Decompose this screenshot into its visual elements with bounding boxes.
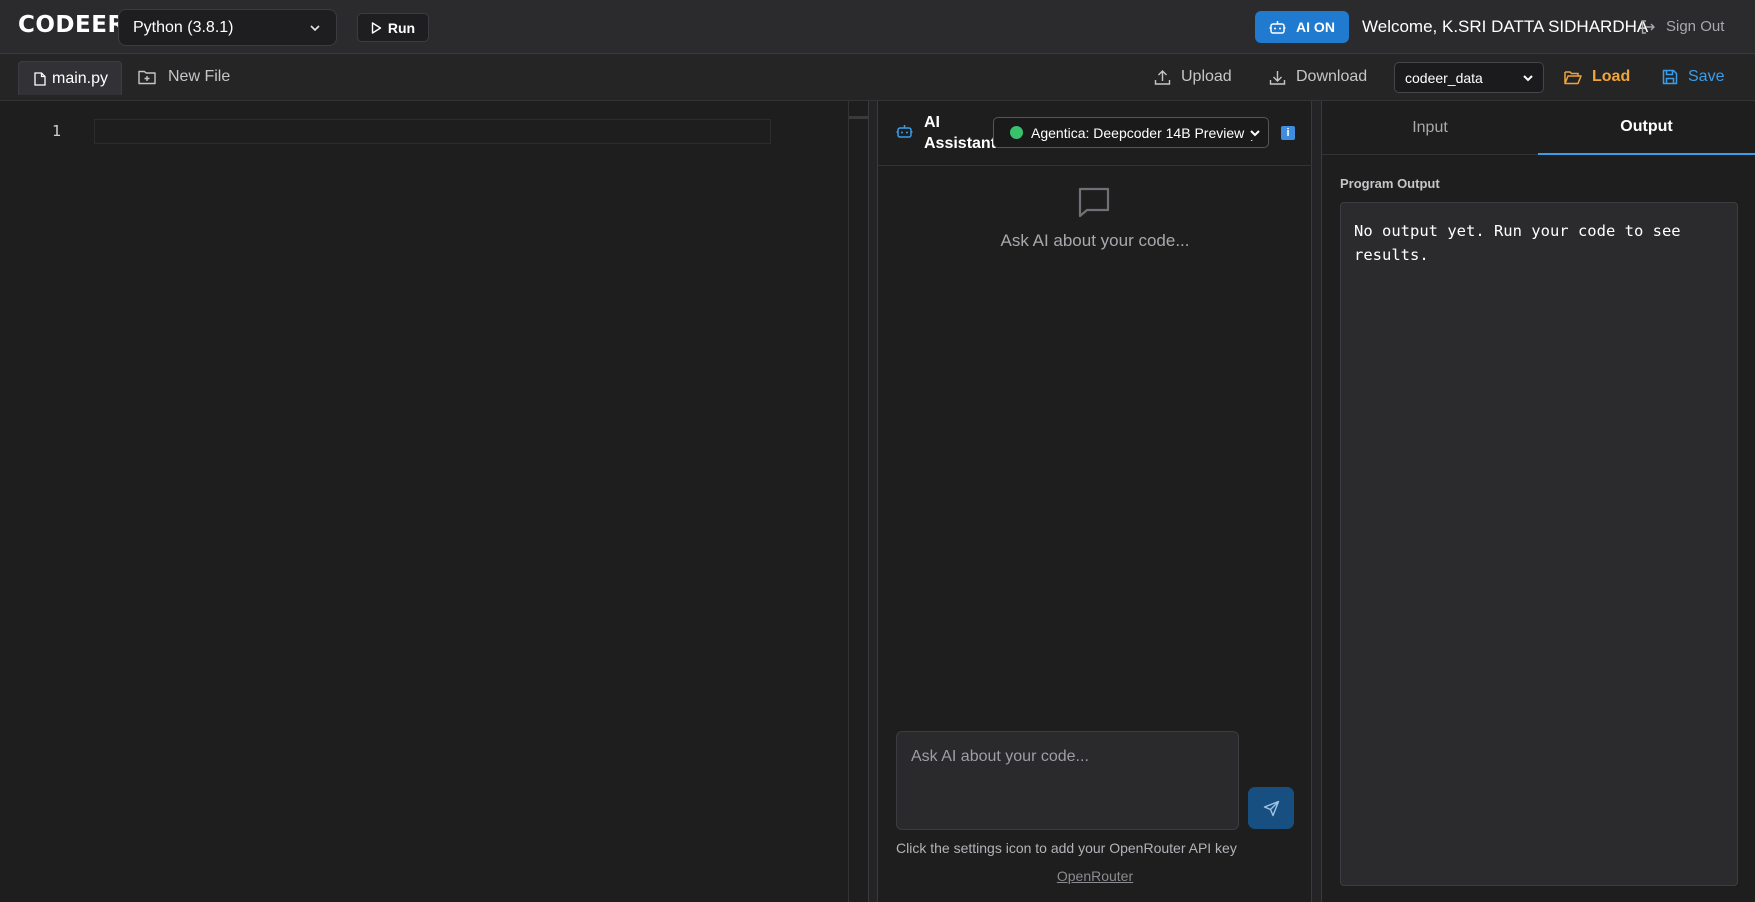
download-label: Download bbox=[1296, 68, 1368, 85]
chevron-down-icon bbox=[1248, 126, 1262, 140]
line-number: 1 bbox=[52, 122, 62, 140]
tab-label: main.py bbox=[52, 69, 109, 87]
ai-assistant-panel: AI Assistant Agentica: Deepcoder 14B Pre… bbox=[878, 101, 1312, 902]
chat-input[interactable] bbox=[896, 731, 1239, 830]
chevron-down-icon bbox=[310, 25, 320, 32]
info-icon[interactable]: i bbox=[1281, 126, 1295, 140]
model-select[interactable]: Agentica: Deepcoder 14B Preview ( bbox=[993, 117, 1269, 148]
download-button[interactable]: Download bbox=[1269, 68, 1367, 86]
language-value: Python (3.8.1) bbox=[133, 18, 234, 36]
panel-resize-handle[interactable] bbox=[1312, 101, 1322, 902]
upload-label: Upload bbox=[1181, 68, 1232, 85]
play-icon bbox=[371, 21, 382, 34]
io-panel: Input Output Program Output No output ye… bbox=[1322, 101, 1755, 902]
save-label: Save bbox=[1688, 68, 1725, 85]
file-icon bbox=[34, 71, 46, 86]
tab-main-py[interactable]: main.py bbox=[18, 61, 122, 95]
code-editor[interactable]: 1 bbox=[0, 101, 848, 902]
database-value: codeer_data bbox=[1405, 69, 1483, 86]
upload-button[interactable]: Upload bbox=[1154, 68, 1232, 86]
new-file-button[interactable]: New File bbox=[138, 68, 230, 86]
app-logo: CODEER bbox=[18, 12, 126, 38]
api-key-hint: Click the settings icon to add your Open… bbox=[896, 840, 1237, 856]
welcome-text: Welcome, K.SRI DATTA SIDHARDHA bbox=[1362, 17, 1649, 36]
ai-toggle-button[interactable]: AI ON bbox=[1255, 11, 1349, 43]
run-button[interactable]: Run bbox=[357, 13, 429, 42]
tab-output[interactable]: Output bbox=[1538, 101, 1755, 155]
bot-icon bbox=[1269, 21, 1286, 34]
file-toolbar: main.py New File Upload Download codeer_… bbox=[0, 54, 1755, 101]
run-label: Run bbox=[387, 19, 416, 36]
folder-open-icon bbox=[1564, 70, 1582, 84]
ai-toggle-label: AI ON bbox=[1296, 19, 1335, 35]
ai-panel-title: AI Assistant bbox=[924, 114, 997, 152]
database-select[interactable]: codeer_data bbox=[1394, 62, 1544, 93]
io-tabs: Input Output bbox=[1322, 101, 1755, 155]
save-button[interactable]: Save bbox=[1662, 68, 1724, 86]
model-status-dot bbox=[1010, 126, 1023, 139]
chat-bubble-icon bbox=[1078, 187, 1110, 218]
ai-panel-header: AI Assistant Agentica: Deepcoder 14B Pre… bbox=[878, 101, 1312, 166]
output-heading: Program Output bbox=[1340, 176, 1440, 191]
new-file-label: New File bbox=[168, 68, 231, 85]
sign-out-button[interactable]: Sign Out bbox=[1640, 18, 1724, 35]
folder-plus-icon bbox=[138, 70, 156, 85]
editor-scrollbar[interactable] bbox=[848, 101, 869, 902]
load-label: Load bbox=[1592, 68, 1631, 85]
save-icon bbox=[1662, 69, 1678, 85]
sign-out-label: Sign Out bbox=[1666, 18, 1725, 35]
bot-icon bbox=[896, 125, 913, 138]
panel-resize-handle[interactable] bbox=[868, 101, 878, 902]
top-bar: CODEER Python (3.8.1) Run AI ON Welcome,… bbox=[0, 0, 1755, 54]
chevron-down-icon bbox=[1523, 75, 1533, 82]
send-icon bbox=[1263, 800, 1279, 816]
sign-out-icon bbox=[1641, 19, 1655, 34]
program-output: No output yet. Run your code to see resu… bbox=[1340, 202, 1738, 886]
upload-icon bbox=[1154, 69, 1171, 85]
language-select[interactable]: Python (3.8.1) bbox=[118, 9, 337, 46]
empty-chat-text: Ask AI about your code... bbox=[1000, 231, 1190, 250]
scrollbar-thumb[interactable] bbox=[849, 116, 869, 119]
send-button[interactable] bbox=[1248, 787, 1294, 829]
tab-input[interactable]: Input bbox=[1322, 101, 1538, 155]
openrouter-link[interactable]: OpenRouter bbox=[878, 868, 1312, 884]
model-value: Agentica: Deepcoder 14B Preview ( bbox=[1031, 124, 1253, 141]
load-button[interactable]: Load bbox=[1564, 68, 1630, 86]
current-line-highlight[interactable] bbox=[94, 119, 771, 144]
download-icon bbox=[1269, 70, 1286, 85]
